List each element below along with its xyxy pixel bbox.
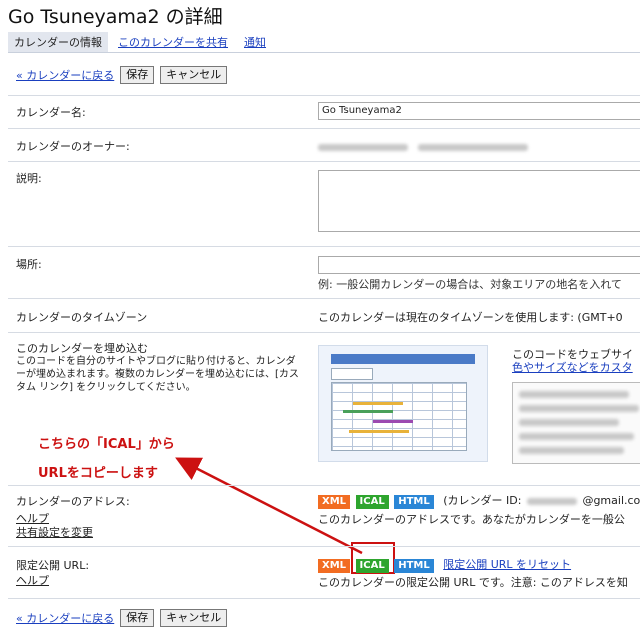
xml-badge[interactable]: XML [318,495,351,509]
private-url-label: 限定公開 URL: [16,559,90,572]
save-button[interactable]: 保存 [120,609,155,627]
reset-private-url-link[interactable]: 限定公開 URL をリセット [443,558,571,571]
html-badge[interactable]: HTML [394,559,434,573]
private-url-description: このカレンダーの限定公開 URL です。注意: このアドレスを知 [318,576,628,589]
calendar-id-suffix: @gmail.com) [582,494,640,507]
bottom-action-bar: « カレンダーに戻る 保存 キャンセル [16,609,228,627]
html-badge[interactable]: HTML [394,495,434,509]
row-divider [8,598,640,599]
ical-badge[interactable]: ICAL [355,495,389,509]
address-description: このカレンダーのアドレスです。あなたがカレンダーを一般公 [318,513,625,526]
private-help-link[interactable]: ヘルプ [16,572,49,588]
xml-badge[interactable]: XML [318,559,351,573]
private-url-badges: XML ICAL HTML 限定公開 URL をリセット [318,556,571,573]
calendar-id-prefix: (カレンダー ID: [443,494,522,507]
ical-badge[interactable]: ICAL [355,559,389,573]
address-label: カレンダーのアドレス: [16,495,130,508]
change-sharing-link[interactable]: 共有設定を変更 [16,524,93,540]
back-to-calendar-link[interactable]: « カレンダーに戻る [16,610,114,626]
cancel-button[interactable]: キャンセル [160,609,228,627]
address-badges: XML ICAL HTML (カレンダー ID: @gmail.com) [318,492,640,509]
row-divider [8,485,640,486]
row-divider [8,546,640,547]
annotation-arrow [175,457,395,574]
